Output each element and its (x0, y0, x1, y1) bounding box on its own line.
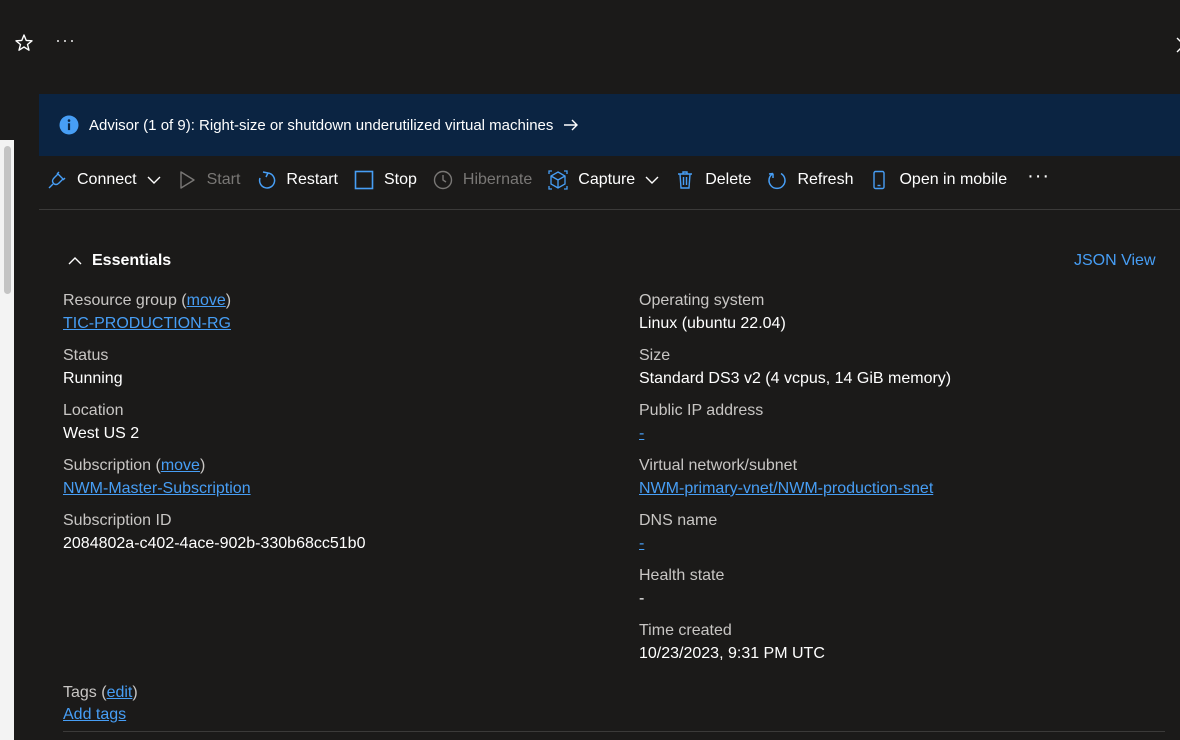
add-tags-link[interactable]: Add tags (63, 706, 126, 724)
public-ip-label: Public IP address (639, 402, 764, 419)
stop-button[interactable]: Stop (346, 164, 425, 196)
start-button[interactable]: Start (169, 164, 249, 196)
vnet-label: Virtual network/subnet (639, 457, 798, 474)
dns-label: DNS name (639, 512, 718, 529)
stop-label: Stop (383, 171, 417, 188)
clock-icon (433, 170, 453, 190)
essentials-title: Essentials (92, 252, 172, 269)
dns-link[interactable]: - (639, 535, 644, 553)
refresh-icon (768, 172, 787, 190)
subscription-label: Subscription (move) (63, 457, 206, 474)
subscription-id-value: 2084802a-c402-4ace-902b-330b68cc51b0 (63, 535, 366, 552)
time-created-label: Time created (639, 622, 732, 639)
delete-label: Delete (705, 171, 752, 188)
info-icon (59, 115, 79, 135)
start-label: Start (206, 171, 241, 188)
resource-group-label: Resource group (move) (63, 292, 232, 309)
health-value: - (639, 590, 645, 607)
status-label: Status (63, 347, 109, 364)
scrollbar-thumb[interactable] (4, 146, 11, 294)
capture-box-icon (548, 170, 568, 190)
chevron-down-icon (645, 176, 659, 184)
os-value: Linux (ubuntu 22.04) (639, 315, 786, 332)
advisor-text[interactable]: Advisor (1 of 9): Right-size or shutdown… (89, 117, 553, 134)
subscription-move-link[interactable]: move (161, 457, 200, 474)
os-label: Operating system (639, 292, 765, 309)
hibernate-label: Hibernate (462, 171, 533, 188)
capture-button[interactable]: Capture (540, 164, 667, 196)
subscription-link[interactable]: NWM-Master-Subscription (63, 480, 251, 498)
tags-edit-link[interactable]: edit (107, 684, 133, 701)
refresh-label: Refresh (797, 171, 854, 188)
subscription-label-text: Subscription (63, 457, 152, 474)
hibernate-button[interactable]: Hibernate (425, 164, 540, 196)
subscription-id-label: Subscription ID (63, 512, 172, 529)
open-in-mobile-label: Open in mobile (899, 171, 1008, 188)
section-divider (63, 731, 1165, 732)
refresh-button[interactable]: Refresh (759, 164, 861, 196)
tags-label-text: Tags (63, 684, 97, 701)
advisor-banner[interactable]: Advisor (1 of 9): Right-size or shutdown… (39, 94, 1180, 156)
restart-button[interactable]: Restart (248, 164, 346, 196)
favorite-star-icon[interactable] (14, 32, 34, 54)
resource-group-label-text: Resource group (63, 292, 177, 309)
location-value: West US 2 (63, 425, 140, 442)
delete-button[interactable]: Delete (667, 164, 759, 196)
location-label: Location (63, 402, 124, 419)
restart-label: Restart (286, 171, 338, 188)
essentials-toggle[interactable]: Essentials (68, 252, 171, 270)
json-view-link[interactable]: JSON View (1074, 252, 1156, 270)
health-label: Health state (639, 567, 725, 584)
connect-button[interactable]: Connect (39, 164, 169, 196)
plug-icon (48, 171, 66, 189)
size-label: Size (639, 347, 671, 364)
status-value: Running (63, 370, 123, 387)
command-toolbar: Connect Start Restart Stop Hibernate Cap… (39, 164, 1179, 196)
mobile-phone-icon (873, 170, 886, 190)
open-in-mobile-button[interactable]: Open in mobile (861, 164, 1015, 196)
tags-label: Tags (edit) (63, 684, 138, 701)
chevron-up-icon (68, 257, 82, 265)
trash-icon (678, 171, 693, 189)
close-icon[interactable] (1172, 32, 1180, 54)
time-created-value: 10/23/2023, 9:31 PM UTC (639, 645, 825, 662)
restart-icon (259, 171, 276, 189)
more-options-button[interactable]: ··· (55, 30, 76, 51)
play-icon (179, 171, 195, 189)
resource-group-link[interactable]: TIC-PRODUCTION-RG (63, 315, 231, 333)
resource-group-move-link[interactable]: move (187, 292, 226, 309)
connect-label: Connect (77, 171, 137, 188)
stop-icon (354, 170, 374, 190)
public-ip-link[interactable]: - (639, 425, 644, 443)
size-value: Standard DS3 v2 (4 vcpus, 14 GiB memory) (639, 370, 952, 387)
toolbar-more-button[interactable]: ··· (1015, 165, 1060, 196)
arrow-right-icon[interactable] (563, 118, 579, 132)
chevron-down-icon (147, 176, 161, 184)
toolbar-divider (39, 209, 1180, 210)
vnet-link[interactable]: NWM-primary-vnet/NWM-production-snet (639, 480, 933, 498)
capture-label: Capture (578, 171, 636, 188)
